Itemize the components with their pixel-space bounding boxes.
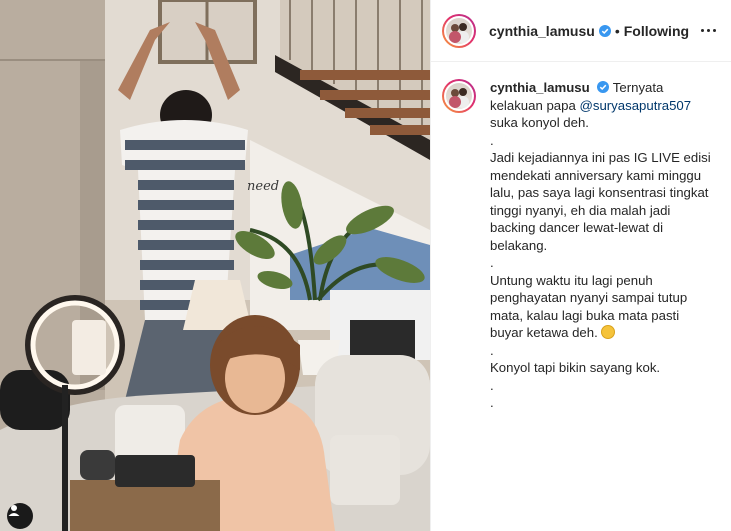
following-button[interactable]: Following: [624, 23, 689, 39]
caption-paragraph: Untung waktu itu lagi penuh penghayatan …: [490, 272, 688, 341]
caption-line: .: [490, 132, 494, 148]
avatar[interactable]: [442, 13, 476, 48]
caption-line: .: [490, 342, 494, 358]
post-side-panel: cynthia_lamusu • Following cynthia_lamus…: [430, 0, 731, 531]
caption-paragraph: Konyol tapi bikin sayang kok.: [490, 360, 661, 375]
post-photo[interactable]: need: [0, 0, 430, 531]
rolling-laughing-emoji-icon: [601, 325, 616, 339]
caption-area: cynthia_lamusu Ternyata kelakuan papa @s…: [431, 62, 731, 412]
wall-text: need: [247, 179, 279, 194]
caption-lead-rest: suka konyol deh.: [490, 115, 589, 130]
verified-badge-icon: [598, 24, 611, 37]
avatar[interactable]: [442, 79, 476, 113]
caption-paragraph: Jadi kejadiannya ini pas IG LIVE edisi m…: [490, 150, 711, 253]
post-photo-scene: need: [0, 0, 430, 531]
post-header: cynthia_lamusu • Following: [431, 0, 731, 62]
separator-dot: •: [614, 22, 620, 39]
header-username[interactable]: cynthia_lamusu: [489, 23, 595, 39]
caption-line: .: [490, 255, 494, 270]
mention-link[interactable]: @suryasaputra507: [579, 98, 691, 113]
caption-text: cynthia_lamusu Ternyata kelakuan papa @s…: [490, 79, 712, 412]
caption-username[interactable]: cynthia_lamusu: [490, 80, 590, 95]
verified-badge-icon: [597, 81, 610, 93]
caption-line: .: [490, 395, 494, 410]
more-options-icon[interactable]: [698, 21, 719, 41]
user-tag-icon[interactable]: [7, 503, 33, 529]
caption-line: .: [490, 377, 494, 393]
